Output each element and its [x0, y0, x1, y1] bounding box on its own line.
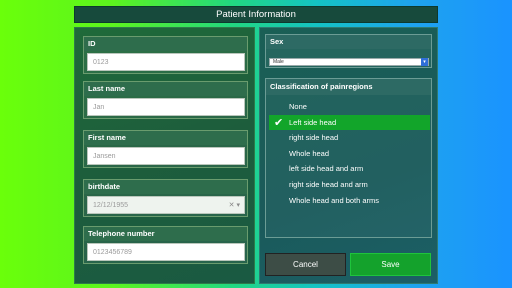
list-item-left-side-head-and-arm[interactable]: left side head and arm — [269, 161, 430, 177]
sex-label: Sex — [266, 35, 431, 49]
birthdate-value: 12/12/1955 — [93, 202, 129, 209]
first-name-field-group: First name Jansen — [83, 130, 248, 168]
classification-panel: Sex Male ▾ Classification of painregions… — [259, 27, 438, 284]
list-item-label: Whole head and both arms — [289, 195, 380, 205]
list-item-label: right side head — [289, 133, 339, 143]
birthdate-field-group: birthdate 12/12/1955 ✕ ▾ — [83, 179, 248, 217]
spin-arrows-icon[interactable]: ✕ ▾ — [229, 197, 240, 214]
list-item-label: left side head and arm — [289, 164, 364, 174]
list-item-label: Left side head — [289, 117, 337, 127]
list-item-whole-head-and-both-arms[interactable]: Whole head and both arms — [269, 193, 430, 209]
list-item-whole-head[interactable]: Whole head — [269, 146, 430, 162]
cancel-button[interactable]: Cancel — [265, 253, 346, 276]
list-item-label: None — [289, 102, 307, 111]
id-field-group: ID 0123 — [83, 36, 248, 74]
list-item-none[interactable]: None — [269, 99, 430, 115]
list-item-right-side-head-and-arm[interactable]: right side head and arm — [269, 177, 430, 193]
patient-details-panel: ID 0123 Last name Jan First name Jansen … — [74, 27, 255, 284]
classification-group: Classification of painregions None ✔ Lef… — [265, 78, 432, 238]
classification-label: Classification of painregions — [266, 79, 431, 95]
list-item-label: right side head and arm — [289, 179, 368, 189]
list-item-right-side-head[interactable]: right side head — [269, 130, 430, 146]
id-label: ID — [84, 37, 247, 51]
list-item-left-side-head[interactable]: ✔ Left side head — [269, 114, 430, 131]
checkmark-icon: ✔ — [274, 116, 284, 129]
telephone-input[interactable]: 0123456789 — [87, 243, 245, 261]
id-input[interactable]: 0123 — [87, 53, 245, 71]
sex-select-value: Male — [273, 59, 284, 65]
save-button[interactable]: Save — [350, 253, 431, 276]
telephone-label: Telephone number — [84, 227, 247, 241]
chevron-down-icon[interactable]: ▾ — [421, 58, 428, 66]
birthdate-input[interactable]: 12/12/1955 ✕ ▾ — [87, 196, 245, 214]
last-name-field-group: Last name Jan — [83, 81, 248, 119]
sex-field-group: Sex Male ▾ — [265, 34, 432, 68]
list-item-label: Whole head — [289, 148, 330, 158]
birthdate-label: birthdate — [84, 180, 247, 194]
sex-select[interactable]: Male ▾ — [269, 58, 429, 66]
last-name-input[interactable]: Jan — [87, 98, 245, 116]
window-title: Patient Information — [74, 6, 438, 23]
telephone-field-group: Telephone number 0123456789 — [83, 226, 248, 264]
first-name-input[interactable]: Jansen — [87, 147, 245, 165]
classification-list: None ✔ Left side head right side head Wh… — [269, 99, 430, 208]
last-name-label: Last name — [84, 82, 247, 96]
first-name-label: First name — [84, 131, 247, 145]
